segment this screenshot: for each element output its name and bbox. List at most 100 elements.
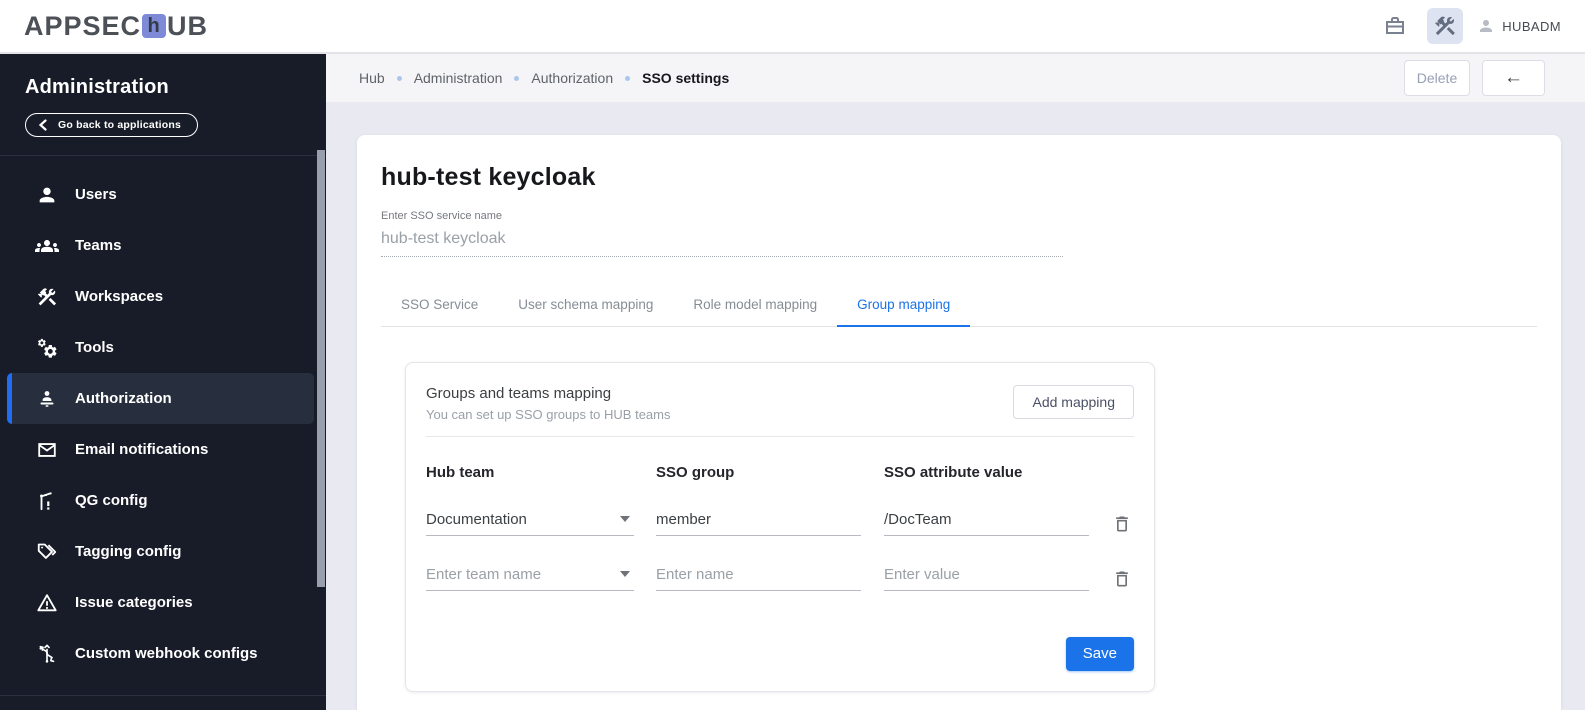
- column-header-hub-team: Hub team: [426, 463, 495, 481]
- logo-text-post: UB: [167, 10, 209, 41]
- delete-button[interactable]: Delete: [1404, 60, 1470, 96]
- tab-sso-service[interactable]: SSO Service: [381, 297, 498, 327]
- sidebar-item-tools[interactable]: Tools: [12, 322, 314, 373]
- trash-icon: [1116, 571, 1128, 586]
- sidebar-item-authorization[interactable]: Authorization: [7, 373, 314, 424]
- add-mapping-button[interactable]: Add mapping: [1013, 384, 1134, 419]
- sidebar-item-workspaces[interactable]: Workspaces: [12, 271, 314, 322]
- breadcrumb-current: SSO settings: [642, 70, 730, 86]
- app-root: APPSEC h UB HUBADM Administration Go bac…: [0, 0, 1585, 710]
- topbar-actions: HUBADM: [1377, 8, 1561, 44]
- delete-row-button[interactable]: [1110, 512, 1134, 536]
- go-back-label: Go back to applications: [58, 119, 182, 131]
- user-name: HUBADM: [1502, 18, 1561, 34]
- page-background: hub-test keycloak Enter SSO service name…: [326, 102, 1585, 710]
- tools-gears-icon: [35, 336, 59, 360]
- breadcrumb-item-hub[interactable]: Hub: [359, 70, 385, 86]
- sidebar-item-users[interactable]: Users: [12, 169, 314, 220]
- trash-icon: [1116, 516, 1128, 531]
- service-name-input[interactable]: [381, 226, 1063, 257]
- breadcrumb-dot-icon: [396, 75, 402, 81]
- settings-tabs: SSO Service User schema mapping Role mod…: [381, 297, 1537, 327]
- sidebar-item-qg-config[interactable]: QG config: [12, 475, 314, 526]
- sso-attribute-field[interactable]: [884, 510, 1089, 528]
- sidebar-item-label: Users: [75, 186, 117, 203]
- group-mapping-card: Groups and teams mapping You can set up …: [405, 361, 1155, 692]
- hub-team-select[interactable]: Documentation: [426, 511, 634, 536]
- tab-role-model-mapping[interactable]: Role model mapping: [673, 297, 837, 327]
- sso-group-input-empty[interactable]: [656, 565, 861, 591]
- card-subtitle: You can set up SSO groups to HUB teams: [426, 406, 671, 422]
- card-divider: [426, 435, 1134, 437]
- dropdown-caret-icon: [620, 516, 630, 522]
- webhook-icon: [35, 642, 59, 666]
- mapping-row: Enter team name: [426, 565, 1134, 591]
- sidebar-item-email-notifications[interactable]: Email notifications: [12, 424, 314, 475]
- applications-briefcase-button[interactable]: [1377, 8, 1413, 44]
- sidebar-header: Administration Go back to applications: [0, 54, 326, 155]
- logo-tile-letter: h: [147, 14, 161, 37]
- column-header-sso-attribute-value: SSO attribute value: [884, 463, 1023, 481]
- sso-group-input[interactable]: [656, 510, 861, 536]
- card-title: Groups and teams mapping: [426, 384, 612, 402]
- sidebar-item-custom-webhook-configs[interactable]: Custom webhook configs: [12, 628, 314, 679]
- sidebar-item-tagging-config[interactable]: Tagging config: [12, 526, 314, 577]
- page-actions: Delete ←: [1404, 60, 1545, 96]
- go-back-to-applications-button[interactable]: Go back to applications: [25, 113, 199, 137]
- breadcrumb: Hub Administration Authorization SSO set…: [359, 70, 729, 86]
- logo-h-tile: h: [142, 14, 167, 38]
- hub-team-placeholder: Enter team name: [426, 565, 542, 583]
- card-header: Groups and teams mapping You can set up …: [426, 384, 1134, 422]
- card-header-text: Groups and teams mapping You can set up …: [426, 385, 671, 422]
- users-icon: [35, 183, 59, 207]
- sidebar-title: Administration: [25, 76, 169, 98]
- breadcrumb-dot-icon: [514, 75, 520, 81]
- sidebar-item-label: Email notifications: [75, 441, 209, 458]
- sidebar-scrollbar[interactable]: [317, 150, 325, 587]
- sidebar-item-label: Custom webhook configs: [75, 645, 258, 662]
- breadcrumb-item-authorization[interactable]: Authorization: [531, 70, 613, 86]
- sidebar-item-label: Authorization: [75, 390, 172, 407]
- sidebar-item-issue-categories[interactable]: Issue categories: [12, 577, 314, 628]
- top-bar: APPSEC h UB HUBADM: [0, 0, 1585, 54]
- content-panel: hub-test keycloak Enter SSO service name…: [357, 135, 1561, 710]
- sidebar-item-label: Tagging config: [75, 543, 182, 560]
- mapping-row: Documentation: [426, 510, 1134, 536]
- sidebar-menu: Users Teams Workspaces Tools Authorizati…: [0, 156, 326, 679]
- navigate-back-button[interactable]: ←: [1482, 60, 1545, 96]
- tools-icon: [1435, 16, 1456, 36]
- warning-icon: [35, 591, 59, 615]
- tab-user-schema-mapping[interactable]: User schema mapping: [498, 297, 673, 327]
- card-footer: Save: [426, 636, 1134, 671]
- tab-group-mapping[interactable]: Group mapping: [837, 297, 971, 327]
- sidebar-item-label: Teams: [75, 237, 122, 254]
- briefcase-icon: [1386, 17, 1405, 34]
- sso-attribute-field-empty[interactable]: [884, 565, 1089, 583]
- sidebar-item-teams[interactable]: Teams: [12, 220, 314, 271]
- user-menu[interactable]: HUBADM: [1477, 17, 1561, 35]
- admin-tools-button[interactable]: [1427, 8, 1464, 44]
- sso-group-field[interactable]: [656, 510, 861, 528]
- back-arrow-icon: ←: [1504, 67, 1523, 88]
- column-headers: Hub team SSO group SSO attribute value: [426, 464, 1134, 481]
- authorization-icon: [35, 387, 59, 411]
- sidebar-divider-bottom: [0, 695, 326, 696]
- sso-group-field-empty[interactable]: [656, 565, 861, 583]
- hub-team-select-empty[interactable]: Enter team name: [426, 566, 634, 591]
- save-button[interactable]: Save: [1065, 636, 1134, 671]
- breadcrumb-item-administration[interactable]: Administration: [414, 70, 503, 86]
- sidebar-item-label: Workspaces: [75, 288, 164, 305]
- content-area: Hub Administration Authorization SSO set…: [326, 54, 1585, 710]
- mail-icon: [35, 438, 59, 462]
- sso-attribute-value-input-empty[interactable]: [884, 565, 1089, 591]
- breadcrumb-dot-icon: [625, 75, 631, 81]
- chevron-left-icon: [38, 119, 47, 131]
- breadcrumb-bar: Hub Administration Authorization SSO set…: [326, 54, 1585, 102]
- app-logo[interactable]: APPSEC h UB: [24, 11, 208, 42]
- hub-team-value: Documentation: [426, 510, 527, 528]
- sso-attribute-value-input[interactable]: [884, 510, 1089, 536]
- workspaces-icon: [35, 285, 59, 309]
- sidebar-item-label: Issue categories: [75, 594, 193, 611]
- column-header-sso-group: SSO group: [656, 463, 735, 481]
- delete-row-button[interactable]: [1110, 567, 1134, 591]
